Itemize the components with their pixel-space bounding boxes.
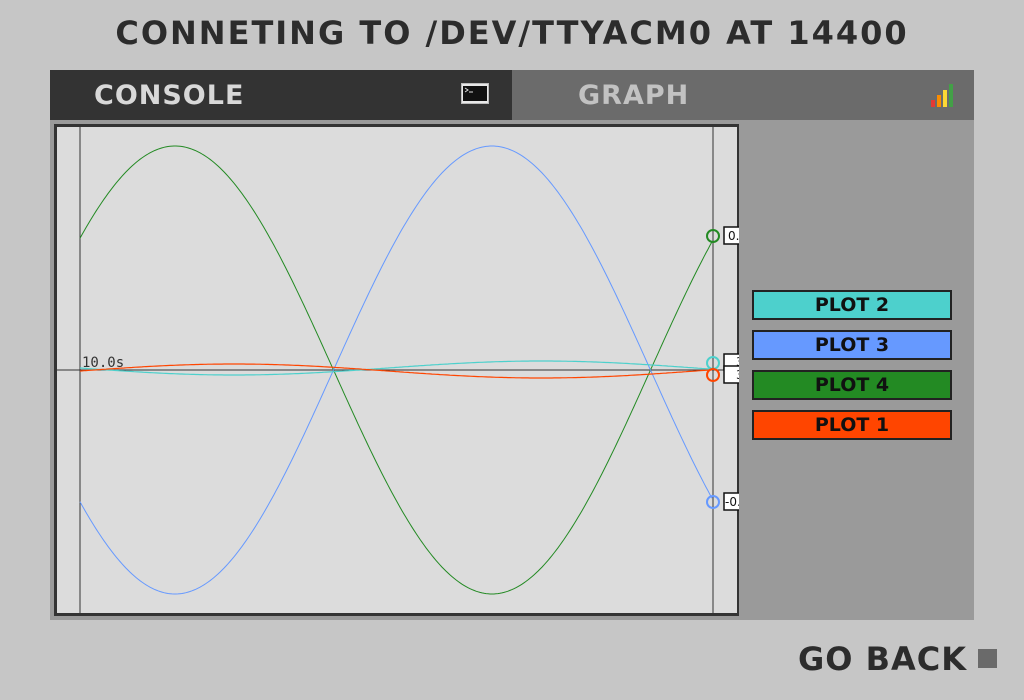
tab-console[interactable]: CONSOLE xyxy=(50,70,512,120)
plot3-value-label: -0.7K xyxy=(725,495,739,509)
main-panel: CONSOLE GRAPH 10.0s 0. -0 PLOT 2 PLOT 3 … xyxy=(50,70,974,620)
legend-plot-3-label: PLOT 3 xyxy=(814,334,890,356)
connection-title: CONNETING TO /DEV/TTYACM0 AT 14400 xyxy=(115,14,909,52)
legend-plot-2-label: PLOT 2 xyxy=(814,294,890,316)
go-back-icon[interactable] xyxy=(978,649,997,668)
legend-plot-1[interactable]: PLOT 1 xyxy=(752,410,952,440)
legend-plot-2[interactable]: PLOT 2 xyxy=(752,290,952,320)
legend-plot-4-label: PLOT 4 xyxy=(814,374,890,396)
tab-console-label: CONSOLE xyxy=(94,80,245,111)
plot4-value-label: 0.7K xyxy=(728,229,739,243)
go-back-button[interactable]: GO BACK xyxy=(798,640,967,678)
bar-chart-icon xyxy=(931,84,953,107)
plot1-value-label: 31 xyxy=(736,368,739,382)
terminal-icon xyxy=(461,83,489,104)
legend-plot-1-label: PLOT 1 xyxy=(814,414,890,436)
app-window: CONNETING TO /DEV/TTYACM0 AT 14400 CONSO… xyxy=(0,0,1024,700)
legend-plot-4[interactable]: PLOT 4 xyxy=(752,370,952,400)
tab-graph[interactable]: GRAPH xyxy=(512,70,974,120)
plot-canvas: 10.0s 0.7K 32 31 -0.7K xyxy=(57,127,739,613)
tab-graph-label: GRAPH xyxy=(578,80,690,111)
graph-area: 10.0s 0.7K 32 31 -0.7K xyxy=(54,124,739,616)
legend-plot-3[interactable]: PLOT 3 xyxy=(752,330,952,360)
